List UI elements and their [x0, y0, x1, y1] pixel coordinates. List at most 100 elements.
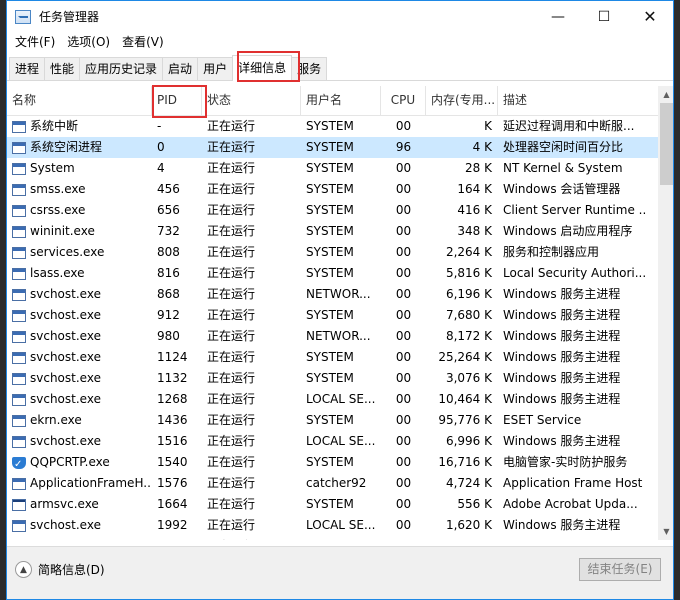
tab-services[interactable]: 服务: [291, 57, 328, 80]
menu-file[interactable]: 文件(F): [9, 32, 61, 52]
process-memory: 28 K: [465, 161, 492, 175]
table-row[interactable]: svchost.exe 1124 正在运行 SYSTEM 00 25,264 K Windo…: [7, 347, 673, 368]
table-row[interactable]: System 4 正在运行 SYSTEM 00 28 K NT Kernel & Syste…: [7, 158, 673, 179]
window-icon: [12, 519, 26, 532]
process-status: 正在运行: [207, 287, 256, 301]
process-memory: 5,816 K: [445, 266, 492, 280]
minimize-button[interactable]: —: [535, 1, 581, 32]
process-description: ESET Service: [503, 413, 582, 427]
column-header-cpu[interactable]: CPU: [381, 86, 426, 115]
tab-users[interactable]: 用户: [197, 57, 234, 80]
column-header-user[interactable]: 用户名: [301, 86, 381, 115]
table-row[interactable]: lsass.exe 816 正在运行 SYSTEM 00 5,816 K Local Sec…: [7, 263, 673, 284]
process-memory: 10,464 K: [438, 392, 492, 406]
table-row[interactable]: svchost.exe 1516 正在运行 LOCAL SE... 00 6,996 K W…: [7, 431, 673, 452]
task-manager-icon: [15, 9, 31, 24]
process-name: svchost.exe: [30, 308, 101, 322]
process-name: svchost.exe: [30, 392, 101, 406]
process-status: 正在运行: [207, 119, 256, 133]
maximize-button[interactable]: ☐: [581, 1, 627, 32]
window-icon: [12, 372, 26, 385]
table-row[interactable]: svchost.exe 1992 正在运行 LOCAL SE... 00 1,620 K W…: [7, 515, 673, 536]
process-description: Windows 服务主进程: [503, 434, 621, 448]
window-icon: [12, 246, 26, 259]
tab-performance[interactable]: 性能: [44, 57, 81, 80]
table-row[interactable]: wininit.exe 732 正在运行 SYSTEM 00 348 K Windows 启…: [7, 221, 673, 242]
end-task-button[interactable]: 结束任务(E): [579, 558, 661, 581]
table-row[interactable]: ekrn.exe 1436 正在运行 SYSTEM 00 95,776 K ESET Ser…: [7, 410, 673, 431]
process-memory: 7,680 K: [445, 308, 492, 322]
table-row[interactable]: QQPCRTP.exe 1540 正在运行 SYSTEM 00 16,716 K 电脑管家-…: [7, 452, 673, 473]
table-row[interactable]: csrss.exe 656 正在运行 SYSTEM 00 416 K Client Serv…: [7, 200, 673, 221]
process-user: SYSTEM: [306, 203, 354, 217]
column-header-pid[interactable]: ^ PID: [152, 86, 202, 115]
column-header-name[interactable]: 名称: [7, 86, 152, 115]
window-icon: [12, 267, 26, 280]
tab-processes[interactable]: 进程: [9, 57, 46, 80]
process-status: 正在运行: [207, 476, 256, 490]
table-row[interactable]: 系统中断 - 正在运行 SYSTEM 00 K 延迟过程调用和中断服...: [7, 116, 673, 137]
footer-bar: ▲ 简略信息(D) 结束任务(E): [7, 546, 673, 599]
process-description: Windows 服务主进程: [503, 371, 621, 385]
table-row[interactable]: svchost.exe 912 正在运行 SYSTEM 00 7,680 K Windows…: [7, 305, 673, 326]
table-row[interactable]: ApplicationFrameH... 1576 正在运行 catcher92 00 4…: [7, 473, 673, 494]
scrollbar-thumb[interactable]: [660, 103, 673, 185]
process-pid: 1516: [157, 434, 188, 448]
table-row[interactable]: armsvc.exe 1664 正在运行 SYSTEM 00 556 K Adobe Acr…: [7, 494, 673, 515]
menu-options[interactable]: 选项(O): [61, 32, 116, 52]
process-status: 正在运行: [207, 182, 256, 196]
process-name-cell: svchost.exe: [7, 347, 152, 368]
process-user: SYSTEM: [306, 182, 354, 196]
process-cpu: 00: [395, 329, 412, 343]
process-pid: 456: [157, 182, 180, 196]
process-memory: 1,620 K: [445, 518, 492, 532]
process-name-cell: lsass.exe: [7, 263, 152, 284]
menu-view[interactable]: 查看(V): [116, 32, 170, 52]
process-status: 正在运行: [207, 308, 256, 322]
close-button[interactable]: ✕: [627, 1, 673, 32]
process-cpu: 00: [395, 371, 412, 385]
column-header-status[interactable]: 状态: [202, 86, 301, 115]
process-memory: 416 K: [457, 203, 492, 217]
vertical-scrollbar[interactable]: ▲ ▼: [658, 86, 673, 540]
scroll-up-icon[interactable]: ▲: [658, 86, 673, 103]
table-row[interactable]: 系统空闲进程 0 正在运行 SYSTEM 96 4 K 处理器空闲时间百分比: [7, 137, 673, 158]
process-cpu: 00: [395, 350, 412, 364]
process-memory: 25,264 K: [438, 350, 492, 364]
table-row[interactable]: svchost.exe 1268 正在运行 LOCAL SE... 00 10,464 K…: [7, 389, 673, 410]
process-memory: 6,196 K: [445, 287, 492, 301]
process-description: Windows 启动应用程序: [503, 224, 633, 238]
fewer-details-toggle[interactable]: ▲ 简略信息(D): [15, 561, 105, 578]
process-cpu: 00: [395, 224, 412, 238]
process-user: SYSTEM: [306, 371, 354, 385]
process-name-cell: svchost.exe: [7, 515, 152, 536]
process-name: svchost.exe: [30, 434, 101, 448]
process-description: Adobe Acrobat Upda...: [503, 497, 638, 511]
scroll-down-icon[interactable]: ▼: [658, 523, 673, 540]
process-description: 服务和控制器应用: [503, 245, 600, 259]
window-icon: [12, 330, 26, 343]
collapse-icon: ▲: [15, 561, 32, 578]
process-status: 正在运行: [207, 245, 256, 259]
column-header-description[interactable]: 描述: [498, 86, 658, 115]
process-description: Windows 服务主进程: [503, 518, 621, 532]
process-cpu: 00: [395, 497, 412, 511]
table-row[interactable]: svchost.exe 1132 正在运行 SYSTEM 00 3,076 K Window…: [7, 368, 673, 389]
window-icon: [12, 120, 26, 133]
process-description: Client Server Runtime ...: [503, 203, 646, 217]
process-pid: 1576: [157, 476, 188, 490]
tab-app-history[interactable]: 应用历史记录: [79, 57, 164, 80]
process-cpu: 00: [395, 518, 412, 532]
column-header-memory[interactable]: 内存(专用...: [426, 86, 498, 115]
process-description: Windows 服务主进程: [503, 308, 621, 322]
process-description: NT Kernel & System: [503, 161, 623, 175]
table-row[interactable]: services.exe 808 正在运行 SYSTEM 00 2,264 K 服务和控制器…: [7, 242, 673, 263]
table-row[interactable]: svchost.exe 980 正在运行 NETWOR... 00 8,172 K Wind…: [7, 326, 673, 347]
table-row[interactable]: smss.exe 456 正在运行 SYSTEM 00 164 K Windows 会话管理…: [7, 179, 673, 200]
process-user: SYSTEM: [306, 266, 354, 280]
tab-startup[interactable]: 启动: [162, 57, 199, 80]
tab-details[interactable]: 详细信息: [232, 55, 293, 81]
table-row[interactable]: svchost.exe 868 正在运行 NETWOR... 00 6,196 K Wind…: [7, 284, 673, 305]
process-name: svchost.exe: [30, 371, 101, 385]
table-row[interactable]: vmware-usbarbitra...2056正在运行SYSTEM00660 …: [7, 536, 673, 540]
